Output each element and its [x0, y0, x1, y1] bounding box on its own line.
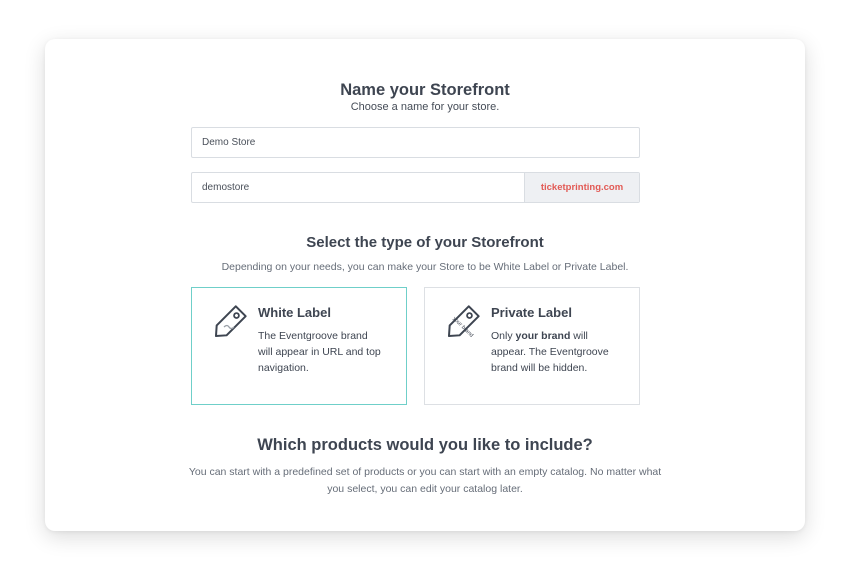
tag-icon: [214, 305, 247, 338]
tag-your-brand-icon: your brand: [447, 305, 480, 339]
private-label-description: Only your brand will appear. The Eventgr…: [491, 328, 631, 376]
store-name-field[interactable]: [191, 127, 640, 158]
store-name-input[interactable]: [192, 128, 639, 157]
storefront-subtitle: Choose a name for your store.: [350, 101, 500, 113]
white-label-title: White Label: [258, 305, 331, 320]
desc-bold: your brand: [515, 330, 571, 342]
store-slug-input[interactable]: [192, 173, 524, 202]
white-label-option[interactable]: White Label The Eventgroove brand will a…: [191, 287, 407, 405]
private-label-option[interactable]: your brand Private Label Only your brand…: [424, 287, 640, 405]
white-label-desc-line: The Eventgroove brand: [258, 330, 368, 342]
storefront-title: Name your Storefront: [340, 81, 510, 99]
store-url-field[interactable]: ticketprinting.com: [191, 172, 640, 203]
desc-prefix: Only: [491, 330, 516, 342]
white-label-description: The Eventgroove brand will appear in URL…: [258, 328, 398, 376]
desc-suffix: will: [570, 330, 588, 342]
white-label-desc-line: will appear in URL and top: [258, 346, 381, 358]
products-section-subtitle: You can start with a predefined set of p…: [188, 466, 662, 495]
storefront-card: Name your Storefront Choose a name for y…: [45, 39, 805, 531]
private-label-desc-line: Only your brand will: [491, 328, 631, 344]
white-label-desc-line: navigation.: [258, 362, 309, 374]
type-section-title: Select the type of your Storefront: [306, 234, 544, 251]
type-section-subtitle: Depending on your needs, you can make yo…: [221, 261, 629, 273]
private-label-title: Private Label: [491, 305, 572, 320]
private-label-desc-line: brand will be hidden.: [491, 362, 588, 374]
products-section-title: Which products would you like to include…: [257, 436, 593, 454]
private-label-desc-line: appear. The Eventgroove: [491, 346, 609, 358]
domain-suffix: ticketprinting.com: [524, 173, 639, 202]
